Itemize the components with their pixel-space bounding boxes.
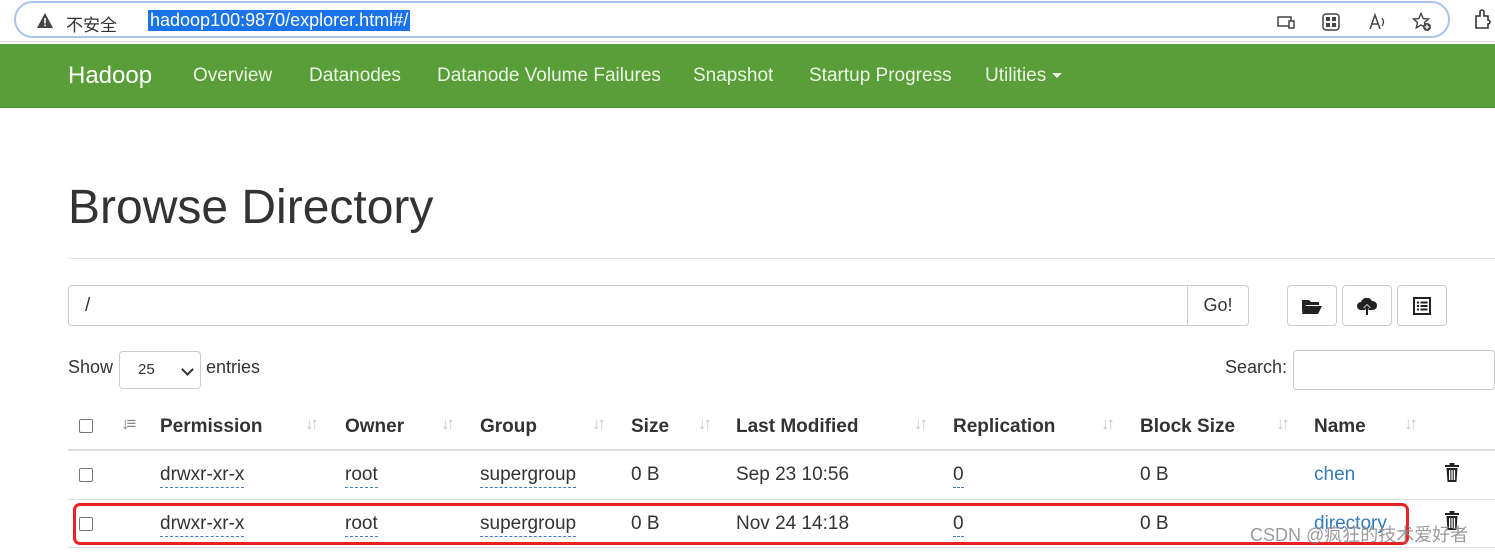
- device-icon[interactable]: [1276, 12, 1296, 32]
- top-navbar: Hadoop Overview Datanodes Datanode Volum…: [0, 44, 1495, 108]
- sort-icon[interactable]: ↓↑: [1101, 414, 1115, 434]
- page-title: Browse Directory: [68, 181, 434, 234]
- browser-toolbar: 不安全 hadoop100:9870/explorer.html#/: [0, 0, 1495, 42]
- sort-icon[interactable]: ↓↑: [592, 414, 606, 434]
- entries-select[interactable]: 25: [119, 351, 201, 389]
- sort-asc-icon[interactable]: ↓≡: [121, 414, 137, 434]
- brand-logo[interactable]: Hadoop: [68, 62, 152, 90]
- nav-snapshot[interactable]: Snapshot: [693, 65, 773, 87]
- nav-startup-progress[interactable]: Startup Progress: [809, 65, 952, 87]
- insecure-label[interactable]: 不安全: [66, 11, 117, 36]
- search-label: Search:: [1225, 357, 1288, 377]
- header-group[interactable]: Group: [480, 416, 537, 438]
- header-name[interactable]: Name: [1314, 416, 1366, 438]
- sort-icon[interactable]: ↓↑: [914, 414, 928, 434]
- block-size-cell: 0 B: [1140, 464, 1169, 485]
- create-directory-button[interactable]: [1287, 285, 1337, 326]
- apps-icon[interactable]: [1321, 12, 1341, 32]
- sort-icon[interactable]: ↓↑: [1276, 414, 1290, 434]
- replication-cell[interactable]: 0: [953, 464, 964, 488]
- folder-open-icon: [1302, 299, 1322, 314]
- nav-datanodes[interactable]: Datanodes: [309, 65, 401, 87]
- row-divider: [68, 499, 1495, 500]
- group-cell[interactable]: supergroup: [480, 464, 577, 488]
- nav-utilities-label: Utilities: [985, 65, 1047, 86]
- go-button[interactable]: Go!: [1187, 285, 1249, 326]
- header-size[interactable]: Size: [631, 416, 669, 438]
- sort-icon[interactable]: ↓↑: [698, 414, 712, 434]
- header-replication[interactable]: Replication: [953, 416, 1055, 438]
- trash-icon[interactable]: [1444, 463, 1460, 482]
- entries-value: 25: [138, 361, 155, 378]
- cloud-upload-icon: [1357, 297, 1378, 315]
- nav-utilities[interactable]: Utilities: [985, 65, 1063, 87]
- url-text[interactable]: hadoop100:9870/explorer.html#/: [148, 10, 411, 31]
- select-all-checkbox[interactable]: [79, 419, 93, 433]
- watermark: CSDN @疯狂的技术爱好者: [1250, 525, 1469, 545]
- search-input[interactable]: [1293, 350, 1495, 390]
- header-owner[interactable]: Owner: [345, 416, 404, 438]
- nav-overview[interactable]: Overview: [193, 65, 272, 87]
- sort-icon[interactable]: ↓↑: [1404, 414, 1418, 434]
- path-input[interactable]: [68, 285, 1188, 326]
- permission-cell[interactable]: drwxr-xr-x: [160, 464, 245, 488]
- owner-cell[interactable]: root: [345, 464, 378, 488]
- highlight-box: [73, 503, 1409, 545]
- nav-datanode-volume-failures[interactable]: Datanode Volume Failures: [437, 65, 661, 87]
- warning-icon[interactable]: [36, 12, 54, 30]
- read-aloud-icon[interactable]: [1368, 12, 1388, 32]
- divider: [68, 258, 1495, 259]
- cut-paste-button[interactable]: [1397, 285, 1447, 326]
- favorite-add-icon[interactable]: [1412, 12, 1432, 32]
- row-checkbox[interactable]: [79, 468, 93, 482]
- sort-icon[interactable]: ↓↑: [305, 414, 319, 434]
- show-label: Show: [68, 357, 114, 377]
- header-last-modified[interactable]: Last Modified: [736, 416, 858, 438]
- modified-cell: Sep 23 10:56: [736, 464, 850, 485]
- entries-label: entries: [206, 357, 261, 377]
- name-link[interactable]: chen: [1314, 464, 1355, 486]
- header-divider: [68, 449, 1495, 451]
- header-permission[interactable]: Permission: [160, 416, 262, 438]
- header-block-size[interactable]: Block Size: [1140, 416, 1235, 438]
- extensions-icon[interactable]: [1472, 8, 1494, 30]
- upload-button[interactable]: [1342, 285, 1392, 326]
- list-alt-icon: [1413, 296, 1431, 315]
- row-divider: [68, 547, 1495, 548]
- caret-down-icon: [1052, 73, 1063, 79]
- chevron-down-icon: [181, 363, 194, 376]
- sort-icon[interactable]: ↓↑: [441, 414, 455, 434]
- address-bar[interactable]: 不安全 hadoop100:9870/explorer.html#/: [14, 1, 1450, 38]
- size-cell: 0 B: [631, 464, 660, 485]
